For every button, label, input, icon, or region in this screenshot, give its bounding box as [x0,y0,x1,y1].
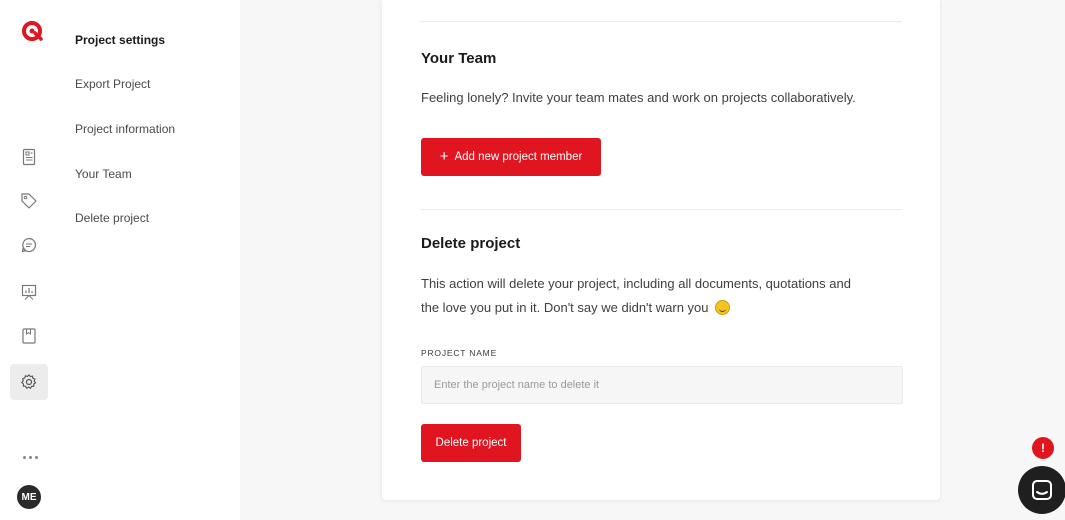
logo-icon[interactable] [21,20,43,42]
notification-alert-badge[interactable]: ! [1032,437,1054,459]
rail-comments-button[interactable] [10,227,48,263]
rail-documents-button[interactable] [10,139,48,175]
settings-card: Your Team Feeling lonely? Invite your te… [382,0,940,500]
icon-rail: ME [0,0,60,520]
presentation-chart-icon [21,284,37,300]
subnav-item-delete-project[interactable]: Delete project [75,211,149,225]
rail-notebook-button[interactable] [10,318,48,354]
divider [420,21,902,22]
delete-project-description: This action will delete your project, in… [421,272,903,320]
tag-icon [21,193,37,209]
delete-project-button[interactable]: Delete project [421,424,521,462]
your-team-title: Your Team [421,50,497,67]
plus-icon: + [439,147,449,165]
delete-description-line2: the love you put in it. Don't say we did… [421,300,709,315]
project-name-input[interactable] [421,366,903,404]
subnav-item-your-team[interactable]: Your Team [75,167,132,181]
chat-launcher-button[interactable] [1018,466,1065,514]
subnav-item-project-settings[interactable]: Project settings [75,33,165,47]
add-project-member-label: Add new project member [454,151,583,163]
chat-icon [1032,480,1052,500]
app-root: ME Project settings Export Project Proje… [0,0,1065,520]
document-icon [22,148,36,166]
delete-description-line1: This action will delete your project, in… [421,276,851,291]
settings-subnav: Project settings Export Project Project … [60,0,240,520]
main-content: Your Team Feeling lonely? Invite your te… [240,0,1065,520]
subnav-item-project-information[interactable]: Project information [75,122,175,136]
book-icon [22,328,36,344]
rail-tags-button[interactable] [10,183,48,219]
delete-project-title: Delete project [421,235,521,252]
avatar[interactable]: ME [17,485,41,509]
grinning-emoji-icon [715,300,731,315]
gear-icon [21,374,37,389]
comment-icon [21,237,37,253]
rail-settings-button[interactable] [10,364,48,400]
project-name-label: PROJECT NAME [421,348,498,358]
add-project-member-button[interactable]: + Add new project member [421,138,601,176]
rail-analysis-button[interactable] [10,274,48,310]
more-icon[interactable] [20,450,40,464]
divider [420,209,902,210]
your-team-description: Feeling lonely? Invite your team mates a… [421,90,856,105]
subnav-item-export-project[interactable]: Export Project [75,77,150,91]
